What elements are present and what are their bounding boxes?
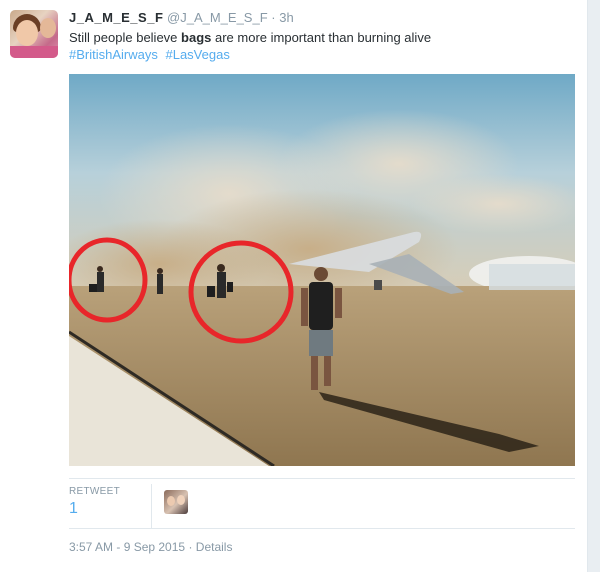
- stats-separator: [151, 484, 152, 528]
- tweet-card: J_A_M_E_S_F @J_A_M_E_S_F · 3h Still peop…: [0, 0, 588, 572]
- divider-bottom: [69, 528, 575, 529]
- avatar-face-second: [40, 18, 56, 38]
- tweet-text: Still people believe bags are more impor…: [69, 29, 579, 46]
- passenger-left-bag: [89, 284, 97, 292]
- retweeter-face: [177, 495, 185, 505]
- passenger-bags-bag: [207, 286, 215, 297]
- hashtag-list: #BritishAirways #LasVegas: [69, 46, 234, 63]
- man-walking-arm: [335, 288, 342, 318]
- display-name[interactable]: J_A_M_E_S_F: [69, 10, 163, 25]
- hashtag-las-vegas[interactable]: #LasVegas: [165, 47, 229, 62]
- passenger-bags-head: [217, 264, 225, 272]
- divider-top: [69, 478, 575, 479]
- passenger-middle: [157, 268, 163, 294]
- aircraft-gear: [374, 280, 382, 290]
- photo-scene: [69, 74, 575, 466]
- user-handle[interactable]: @J_A_M_E_S_F: [167, 10, 268, 25]
- tweet-text-bold: bags: [181, 30, 212, 45]
- retweet-count[interactable]: 1: [69, 500, 78, 518]
- passenger-bags-bag: [227, 282, 233, 292]
- details-link[interactable]: Details: [196, 540, 233, 554]
- user-avatar[interactable]: [10, 10, 58, 58]
- avatar-shirt: [10, 46, 58, 58]
- passenger-left-body: [97, 272, 104, 292]
- man-walking-leg: [324, 356, 331, 386]
- tweet-meta: 3:57 AM - 9 Sep 2015 · Details: [69, 540, 232, 554]
- retweet-label: RETWEET: [69, 486, 120, 497]
- man-walking-torso: [309, 282, 333, 330]
- tweet-text-before: Still people believe: [69, 30, 182, 45]
- fire-truck-spray: [489, 264, 575, 290]
- retweeter-avatar[interactable]: [164, 490, 188, 514]
- man-walking-shorts: [309, 330, 333, 356]
- passenger-bags-body: [217, 272, 226, 298]
- man-walking-head: [314, 267, 328, 281]
- hashtag-british-airways[interactable]: #BritishAirways: [69, 47, 158, 62]
- retweeter-face: [167, 496, 175, 506]
- passenger-middle-head: [157, 268, 163, 274]
- tweet-stats: RETWEET 1: [69, 484, 575, 528]
- man-walking-leg: [311, 356, 318, 390]
- tweet-photo[interactable]: [69, 74, 575, 466]
- avatar-face-child: [16, 20, 38, 46]
- passenger-left-head: [97, 266, 103, 272]
- tweet-header: J_A_M_E_S_F @J_A_M_E_S_F · 3h: [69, 10, 294, 28]
- tweet-text-after: are more important than burning alive: [211, 30, 432, 45]
- meta-separator: ·: [188, 540, 193, 554]
- header-separator: ·: [271, 10, 276, 25]
- passenger-middle-body: [157, 274, 163, 294]
- tweet-timestamp[interactable]: 3:57 AM - 9 Sep 2015: [69, 540, 185, 554]
- tweet-time[interactable]: 3h: [279, 10, 293, 25]
- man-walking-arm: [301, 288, 308, 326]
